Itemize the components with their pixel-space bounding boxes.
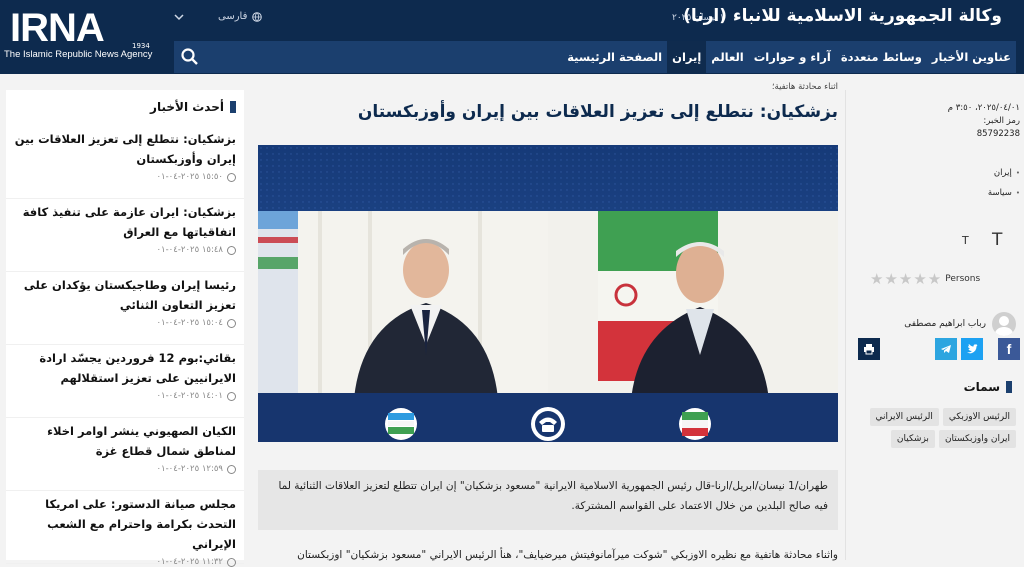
telegram-share-button[interactable]: [935, 338, 957, 360]
font-size-control: T T: [962, 230, 1012, 250]
latest-news-heading: أحدث الأخبار: [150, 100, 236, 114]
logo-year: 1934: [132, 42, 150, 50]
news-time: ١٢:٥٩ ٢٠٢٥-٠٤-٠١: [14, 464, 236, 474]
list-item[interactable]: رئيسا إيران وطاجيكستان يؤكدان على تعزيز …: [6, 272, 244, 345]
globe-icon: [252, 11, 263, 22]
news-title[interactable]: بقائي:بوم 12 فروردين يجسّد ارادة الايران…: [14, 348, 236, 388]
news-title[interactable]: بزشكيان: ايران عازمة على تنفيذ كافة اتفا…: [14, 202, 236, 242]
author-name[interactable]: رباب ابراهيم مصطفى: [904, 319, 986, 329]
header-bar: IRNA The Islamic Republic News Agency 19…: [0, 0, 1024, 74]
clock-icon: [227, 557, 236, 567]
print-icon: [864, 344, 874, 355]
news-time: ١٥:٠٤ ٢٠٢٥-٠٤-٠١: [14, 318, 236, 328]
clock-icon: [227, 464, 236, 474]
share-buttons: f: [858, 338, 1020, 360]
main-nav: الصفحة الرئيسية إيران العالم آراء و حوار…: [174, 41, 1016, 73]
clock-icon: [227, 245, 236, 255]
tag-chip[interactable]: ايران واوزبكستان: [938, 430, 1016, 448]
tags-title: سمات: [963, 380, 1000, 394]
news-time: ١١:٣٢ ٢٠٢٥-٠٤-٠١: [14, 557, 236, 567]
chevron-down-icon[interactable]: [174, 12, 184, 22]
search-icon[interactable]: [180, 47, 200, 67]
nav-item-home[interactable]: الصفحة الرئيسية: [562, 41, 667, 73]
category-iran[interactable]: إيران: [988, 163, 1020, 183]
article: اثناء محادثة هاتفية؛ بزشكيان: نتطلع إلى …: [258, 74, 838, 561]
tag-chips: الرئيس الاوزبكي الرئيس الايراني ايران وا…: [866, 408, 1016, 448]
nav-item-multimedia[interactable]: وسائط متعددة: [836, 41, 927, 73]
news-title[interactable]: بزشكيان: نتطلع إلى تعزيز العلاقات بين إي…: [14, 129, 236, 169]
news-code: 85792238: [976, 129, 1020, 139]
bookmark-icon: [1006, 381, 1012, 393]
latest-news-list: بزشكيان: نتطلع إلى تعزيز العلاقات بين إي…: [6, 126, 244, 567]
font-decrease-button[interactable]: T: [962, 234, 969, 247]
facebook-share-button[interactable]: f: [998, 338, 1020, 360]
tags-heading: سمات: [964, 380, 1012, 394]
nav-item-headlines[interactable]: عناوين الأخبار: [927, 41, 1016, 73]
news-time-text: ١٤:٠١ ٢٠٢٥-٠٤-٠١: [156, 391, 223, 401]
news-code-label: رمز الخبر:: [983, 116, 1020, 126]
latest-news-panel: أحدث الأخبار بزشكيان: نتطلع إلى تعزيز ال…: [6, 90, 244, 567]
news-time-text: ١٢:٥٩ ٢٠٢٥-٠٤-٠١: [156, 464, 223, 474]
presidents-photo-illustration: [258, 145, 838, 442]
list-item[interactable]: بقائي:بوم 12 فروردين يجسّد ارادة الايران…: [6, 345, 244, 418]
list-item[interactable]: بزشكيان: ايران عازمة على تنفيذ كافة اتفا…: [6, 199, 244, 272]
bookmark-icon: [230, 101, 236, 113]
list-item[interactable]: بزشكيان: نتطلع إلى تعزيز العلاقات بين إي…: [6, 126, 244, 199]
rating-stars[interactable]: ★★★★★: [870, 270, 942, 288]
news-title[interactable]: رئيسا إيران وطاجيكستان يؤكدان على تعزيز …: [14, 275, 236, 315]
article-sidebar: ٢٠٢٥/٠٤/٠١، ٣:٥٠ م رمز الخبر: 85792238 إ…: [852, 90, 1020, 560]
category-politics[interactable]: سياسة: [988, 183, 1020, 203]
news-time-text: ١٥:٠٤ ٢٠٢٥-٠٤-٠١: [156, 318, 223, 328]
facebook-icon: f: [1006, 341, 1012, 357]
column-divider: [845, 90, 846, 560]
twitter-share-button[interactable]: [961, 338, 983, 360]
tag-chip[interactable]: الرئيس الاوزبكي: [942, 408, 1016, 426]
font-increase-button[interactable]: T: [992, 230, 1002, 250]
article-photo[interactable]: [258, 145, 838, 442]
category-links: إيران سياسة: [988, 163, 1020, 203]
nav-items: الصفحة الرئيسية إيران العالم آراء و حوار…: [562, 41, 1016, 73]
logo-subtitle: The Islamic Republic News Agency: [4, 49, 153, 60]
language-switch[interactable]: فارسی: [218, 11, 263, 22]
list-item[interactable]: الكيان الصهيوني ينشر اوامر اخلاء لمناطق …: [6, 418, 244, 491]
news-title[interactable]: مجلس صيانة الدستور: على امريكا التحدث بك…: [14, 494, 236, 554]
rating-label: Persons: [945, 274, 981, 284]
nav-item-world[interactable]: العالم: [706, 41, 748, 73]
agency-title: وكالة الجمهورية الاسلامية للانباء (ارنا): [683, 6, 1002, 26]
nav-item-iran[interactable]: إيران: [667, 41, 707, 73]
logo-text: IRNA: [10, 6, 105, 50]
language-label: فارسی: [218, 11, 248, 22]
news-title[interactable]: الكيان الصهيوني ينشر اوامر اخلاء لمناطق …: [14, 421, 236, 461]
article-title: بزشكيان: نتطلع إلى تعزيز العلاقات بين إي…: [357, 102, 838, 122]
news-time-text: ١٥:٥٠ ٢٠٢٥-٠٤-٠١: [156, 172, 223, 182]
telegram-icon: [941, 345, 951, 353]
print-button[interactable]: [858, 338, 880, 360]
article-datetime: ٢٠٢٥/٠٤/٠١، ٣:٥٠ م: [947, 103, 1020, 113]
news-time-text: ١١:٣٢ ٢٠٢٥-٠٤-٠١: [156, 557, 223, 567]
news-time: ١٥:٤٨ ٢٠٢٥-٠٤-٠١: [14, 245, 236, 255]
irna-logo[interactable]: IRNA The Islamic Republic News Agency 19…: [4, 6, 154, 62]
article-kicker: اثناء محادثة هاتفية؛: [771, 82, 838, 92]
clock-icon: [227, 172, 236, 182]
tag-chip[interactable]: بزشكيان: [890, 430, 935, 448]
rating: ★★★★★ Persons: [870, 270, 980, 288]
latest-news-title: أحدث الأخبار: [150, 100, 224, 114]
twitter-icon: [967, 344, 978, 354]
clock-icon: [227, 318, 236, 328]
article-caption: طهران/1 نيسان/ابريل/ارنا-قال رئيس الجمهو…: [258, 470, 838, 530]
article-meta: ٢٠٢٥/٠٤/٠١، ٣:٥٠ م رمز الخبر: 85792238: [852, 102, 1020, 141]
news-time-text: ١٥:٤٨ ٢٠٢٥-٠٤-٠١: [156, 245, 223, 255]
news-time: ١٤:٠١ ٢٠٢٥-٠٤-٠١: [14, 391, 236, 401]
tag-chip[interactable]: الرئيس الايراني: [869, 408, 939, 426]
article-body: واثناء محادثة هاتفية مع نظيره الاوزبكي "…: [297, 549, 838, 561]
author: رباب ابراهيم مصطفى: [904, 312, 1016, 336]
news-time: ١٥:٥٠ ٢٠٢٥-٠٤-٠١: [14, 172, 236, 182]
list-item[interactable]: مجلس صيانة الدستور: على امريكا التحدث بك…: [6, 491, 244, 567]
clock-icon: [227, 391, 236, 401]
avatar: [992, 312, 1016, 336]
nav-item-opinions[interactable]: آراء و حوارات: [749, 41, 836, 73]
